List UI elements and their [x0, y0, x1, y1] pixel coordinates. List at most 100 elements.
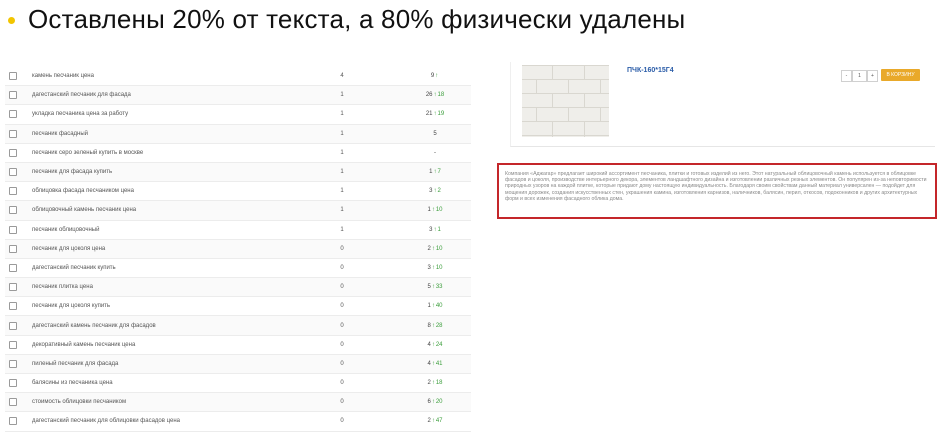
keyword-position: 21↑19 — [410, 111, 460, 117]
position-value: 26 — [425, 92, 433, 99]
position-value: 3 — [429, 188, 433, 195]
add-to-cart-button[interactable]: В КОРЗИНУ — [881, 69, 920, 81]
arrow-up-icon: ↑ — [431, 303, 435, 310]
arrow-up-icon: ↑ — [431, 341, 435, 348]
quantity-decrease-button[interactable]: - — [841, 70, 852, 82]
keyword-query: декоративный камень песчаник цена — [32, 341, 136, 348]
keyword-query: песчаник серо зеленый купить в москве — [32, 149, 144, 156]
keyword-count: 0 — [340, 418, 344, 425]
row-checkbox[interactable] — [9, 379, 17, 388]
position-value: 3 — [427, 264, 431, 271]
highlighted-description: Компания «Аджагар» предлагает широкий ас… — [497, 163, 937, 219]
product-image[interactable] — [522, 65, 609, 137]
table-row: песчаник фасадный 1 5 — [5, 124, 471, 144]
row-checkbox[interactable] — [9, 359, 17, 368]
arrow-up-icon: ↑ — [433, 226, 437, 233]
keyword-position: 26↑18 — [410, 92, 460, 98]
position-change: 41 — [435, 360, 443, 367]
table-row: облицовка фасада песчаником цена 1 3↑2 — [5, 182, 471, 202]
keyword-query: дагестанский песчаник для облицовки фаса… — [32, 418, 180, 425]
keyword-count: 0 — [340, 284, 344, 291]
keyword-count: 1 — [340, 130, 344, 137]
table-row: пиленый песчаник для фасада 0 4↑41 — [5, 354, 471, 374]
quantity-input[interactable]: 1 — [852, 70, 867, 82]
table-row: песчаник для цоколя цена 0 2↑10 — [5, 239, 471, 259]
keyword-count: 1 — [340, 169, 344, 176]
row-checkbox[interactable] — [9, 244, 17, 253]
position-value: 8 — [427, 322, 431, 329]
keyword-query: песчаник фасадный — [32, 130, 89, 137]
position-value: 1 — [429, 169, 433, 176]
position-value: 21 — [425, 111, 433, 118]
row-checkbox[interactable] — [9, 340, 17, 349]
keyword-position: 9↑ — [410, 73, 460, 79]
keyword-query: песчаник облицовочный — [32, 226, 100, 233]
position-value: - — [434, 149, 436, 156]
position-change: 10 — [435, 245, 443, 252]
keyword-table: камень песчаник цена 4 9↑ дагестанский песч… — [5, 67, 471, 432]
position-change: 18 — [435, 380, 443, 387]
keyword-query: дагестанский песчаник для фасада — [32, 92, 131, 99]
slide-title-text: Оставлены 20% от текста, а 80% физически… — [28, 3, 686, 34]
keyword-count: 0 — [340, 380, 344, 387]
product-name[interactable]: ПЧК-160*15Г4 — [627, 67, 674, 74]
row-checkbox[interactable] — [9, 263, 17, 272]
keyword-query: облицовочный камень песчаник цена — [32, 207, 137, 214]
row-checkbox[interactable] — [9, 148, 17, 157]
position-change: 20 — [435, 399, 443, 406]
arrow-up-icon: ↑ — [431, 418, 435, 425]
keyword-position: 4↑24 — [410, 342, 460, 348]
keyword-position: 5 — [410, 131, 460, 137]
row-checkbox[interactable] — [9, 72, 17, 81]
keyword-count: 0 — [340, 322, 344, 329]
position-value: 3 — [429, 226, 433, 233]
position-value: 5 — [433, 130, 437, 137]
keyword-query: стоимость облицовки песчаником — [32, 399, 127, 406]
row-checkbox[interactable] — [9, 225, 17, 234]
position-change: 40 — [435, 303, 443, 310]
keyword-position: 1↑10 — [410, 207, 460, 213]
row-checkbox[interactable] — [9, 187, 17, 196]
row-checkbox[interactable] — [9, 110, 17, 119]
position-change: 47 — [435, 418, 443, 425]
slide-title: Оставлены 20% от текста, а 80% физически… — [8, 0, 685, 38]
keyword-query: песчаник для цоколя купить — [32, 303, 111, 310]
keyword-count: 1 — [340, 226, 344, 233]
arrow-up-icon: ↑ — [431, 360, 435, 367]
keyword-position: 3↑1 — [410, 227, 460, 233]
row-checkbox[interactable] — [9, 206, 17, 215]
arrow-up-icon: ↑ — [431, 284, 435, 291]
keyword-count: 4 — [340, 73, 344, 80]
position-change: 2 — [437, 188, 441, 195]
keyword-query: песчаник плитка цена — [32, 284, 93, 291]
table-row: камень песчаник цена 4 9↑ — [5, 67, 471, 87]
table-row: дагестанский песчаник для фасада 1 26↑18 — [5, 86, 471, 106]
arrow-up-icon: ↑ — [435, 73, 439, 80]
position-value: 1 — [427, 303, 431, 310]
keyword-position: 4↑41 — [410, 361, 460, 367]
keyword-count: 0 — [340, 399, 344, 406]
row-checkbox[interactable] — [9, 168, 17, 177]
arrow-up-icon: ↑ — [433, 169, 437, 176]
row-checkbox[interactable] — [9, 283, 17, 292]
keyword-query: балясины из песчаника цена — [32, 380, 113, 387]
row-checkbox[interactable] — [9, 417, 17, 426]
row-checkbox[interactable] — [9, 129, 17, 138]
table-row: укладка песчаника цена за работу 1 21↑19 — [5, 105, 471, 125]
keyword-count: 0 — [340, 264, 344, 271]
position-change: 7 — [437, 169, 441, 176]
row-checkbox[interactable] — [9, 321, 17, 330]
row-checkbox[interactable] — [9, 302, 17, 311]
row-checkbox[interactable] — [9, 398, 17, 407]
position-change: 1 — [437, 226, 441, 233]
position-change: 28 — [435, 322, 443, 329]
keyword-position: 1↑7 — [410, 169, 460, 175]
keyword-count: 0 — [340, 245, 344, 252]
table-row: облицовочный камень песчаник цена 1 1↑10 — [5, 201, 471, 221]
row-checkbox[interactable] — [9, 91, 17, 100]
arrow-up-icon: ↑ — [431, 380, 435, 387]
position-change: 24 — [435, 341, 443, 348]
table-row: декоративный камень песчаник цена 0 4↑24 — [5, 336, 471, 355]
keyword-position: 5↑33 — [410, 284, 460, 290]
quantity-increase-button[interactable]: + — [867, 70, 878, 82]
